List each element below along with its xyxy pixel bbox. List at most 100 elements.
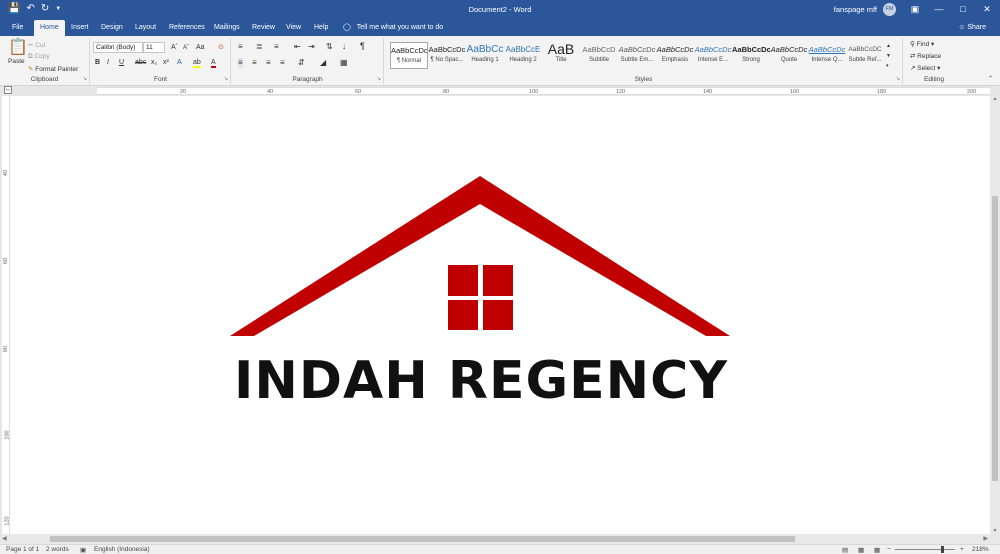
ruler-track[interactable]: 20 40 60 80 100 120 140 160 180 200 <box>97 87 990 95</box>
justify-icon[interactable]: ≡ <box>280 58 285 68</box>
align-right-icon[interactable]: ≡ <box>266 58 271 68</box>
read-mode-icon[interactable]: ▤ <box>842 546 848 554</box>
line-spacing-icon[interactable]: ⇵ <box>298 58 305 68</box>
tab-review[interactable]: Review <box>246 22 281 34</box>
user-name[interactable]: fanspage mff <box>834 5 877 14</box>
document-page[interactable]: INDAH REGENCY <box>10 96 990 534</box>
find-button[interactable]: ⚲ Find ▾ <box>910 40 934 48</box>
tab-references[interactable]: References <box>163 22 211 34</box>
dialog-launcher-icon[interactable]: ↘ <box>896 76 900 82</box>
scroll-up-icon[interactable]: ▲ <box>886 41 891 51</box>
tab-file[interactable]: File <box>6 22 29 34</box>
select-button[interactable]: ↗ Select ▾ <box>910 64 940 72</box>
dialog-launcher-icon[interactable]: ↘ <box>83 76 87 82</box>
vertical-scrollbar-thumb[interactable] <box>992 196 998 481</box>
style-heading-1[interactable]: AaBbCc Heading 1 <box>466 42 504 69</box>
share-button[interactable]: ☺ Share <box>958 22 986 34</box>
borders-icon[interactable]: ▦ <box>340 58 348 68</box>
style-heading-2[interactable]: AaBbCcE Heading 2 <box>504 42 542 69</box>
copy-button[interactable]: ⧉ Copy <box>28 53 50 61</box>
format-painter-button[interactable]: ✎ Format Painter <box>28 65 78 73</box>
font-name-select[interactable]: Calibri (Body) <box>93 42 143 53</box>
style-subtitle[interactable]: AaBbCcD Subtitle <box>580 42 618 69</box>
proofing-icon[interactable]: ▣ <box>80 546 86 554</box>
avatar[interactable]: FM <box>883 3 896 16</box>
italic-button[interactable]: I <box>107 58 109 68</box>
shading-icon[interactable]: ◢ <box>320 58 326 68</box>
text-effects-icon[interactable]: A <box>177 58 182 68</box>
word-count[interactable]: 2 words <box>46 546 69 553</box>
vertical-ruler-track[interactable] <box>2 96 10 534</box>
tab-insert[interactable]: Insert <box>65 22 95 34</box>
language-indicator[interactable]: English (Indonesia) <box>94 546 150 553</box>
numbering-icon[interactable]: ≣ <box>256 42 263 52</box>
house-logo[interactable] <box>230 176 730 336</box>
tab-design[interactable]: Design <box>95 22 129 34</box>
replace-button[interactable]: ⇄ Replace <box>910 52 941 60</box>
horizontal-scrollbar[interactable]: ◀ ▶ <box>0 534 1000 544</box>
bold-button[interactable]: B <box>95 58 100 68</box>
scroll-down-icon[interactable]: ▼ <box>886 51 891 61</box>
tab-help[interactable]: Help <box>308 22 334 34</box>
line-spacing-icon[interactable]: ⇅ <box>326 42 333 52</box>
subscript-button[interactable]: x₂ <box>151 58 157 68</box>
underline-button[interactable]: U <box>119 58 124 68</box>
highlight-icon[interactable]: ab <box>193 58 201 68</box>
style-subtle-reference[interactable]: AaBbCcDC Subtle Ref... <box>846 42 884 69</box>
paste-icon[interactable]: 📋 <box>8 40 28 56</box>
tell-me-search[interactable]: ◯ Tell me what you want to do <box>343 22 443 34</box>
zoom-level[interactable]: 218% <box>972 546 989 553</box>
ribbon-display-options-icon[interactable]: ▣ <box>908 2 922 16</box>
print-layout-icon[interactable]: ▩ <box>858 546 864 554</box>
style-intense-quote[interactable]: AaBbCcDc Intense Q... <box>808 42 846 69</box>
superscript-button[interactable]: x² <box>163 58 169 68</box>
multilevel-list-icon[interactable]: ≡ <box>274 42 279 52</box>
strikethrough-button[interactable]: abc <box>135 58 146 68</box>
zoom-slider[interactable] <box>895 549 955 550</box>
font-color-icon[interactable]: A <box>211 58 216 68</box>
tab-selector[interactable]: ⌙ <box>4 86 12 94</box>
vertical-scrollbar[interactable]: ▲ ▼ <box>990 96 1000 534</box>
shrink-font-icon[interactable]: Aˇ <box>183 43 189 53</box>
align-center-icon[interactable]: ≡ <box>252 58 257 68</box>
font-size-select[interactable]: 11 <box>143 42 165 53</box>
horizontal-scrollbar-thumb[interactable] <box>50 536 795 542</box>
show-formatting-icon[interactable]: ¶ <box>360 41 365 51</box>
scroll-right-arrow-icon[interactable]: ▶ <box>983 535 988 542</box>
tab-mailings[interactable]: Mailings <box>208 22 246 34</box>
align-left-icon[interactable]: ≡ <box>238 58 243 68</box>
scroll-left-arrow-icon[interactable]: ◀ <box>2 535 7 542</box>
company-name-text[interactable]: INDAH REGENCY <box>234 351 734 411</box>
bullets-icon[interactable]: ≡ <box>238 42 243 52</box>
collapse-ribbon-icon[interactable]: ⌃ <box>988 74 993 84</box>
web-layout-icon[interactable]: ▦ <box>874 546 880 554</box>
style-subtle-emphasis[interactable]: AaBbCcDc Subtle Em... <box>618 42 656 69</box>
tab-view[interactable]: View <box>280 22 307 34</box>
cut-button[interactable]: ✂ Cut <box>28 41 45 49</box>
dialog-launcher-icon[interactable]: ↘ <box>377 76 381 82</box>
minimize-icon[interactable]: — <box>932 2 946 16</box>
style-strong[interactable]: AaBbCcDc Strong <box>732 42 770 69</box>
change-case-icon[interactable]: Aa <box>196 43 205 53</box>
close-icon[interactable]: ✕ <box>980 2 994 16</box>
zoom-slider-thumb[interactable] <box>941 546 944 553</box>
style-emphasis[interactable]: AaBbCcDc Emphasis <box>656 42 694 69</box>
style-quote[interactable]: AaBbCcDc Quote <box>770 42 808 69</box>
tab-layout[interactable]: Layout <box>129 22 162 34</box>
tab-home[interactable]: Home <box>34 20 65 36</box>
sort-icon[interactable]: ↓ <box>342 42 346 52</box>
scroll-up-arrow-icon[interactable]: ▲ <box>990 96 1000 102</box>
grow-font-icon[interactable]: Aˆ <box>171 43 178 53</box>
style-no-spacing[interactable]: AaBbCcDc ¶ No Spac... <box>428 42 466 69</box>
clear-formatting-icon[interactable]: ⊙ <box>218 43 224 53</box>
zoom-in-icon[interactable]: + <box>960 546 964 553</box>
paste-button[interactable]: Paste <box>8 58 25 65</box>
more-styles-icon[interactable]: ▾ <box>886 61 889 71</box>
decrease-indent-icon[interactable]: ⇤ <box>294 42 301 52</box>
dialog-launcher-icon[interactable]: ↘ <box>224 76 228 82</box>
style-title[interactable]: AaB Title <box>542 42 580 69</box>
page-count[interactable]: Page 1 of 1 <box>6 546 39 553</box>
style-intense-emphasis[interactable]: AaBbCcDc Intense E... <box>694 42 732 69</box>
increase-indent-icon[interactable]: ⇥ <box>308 42 315 52</box>
maximize-icon[interactable]: □ <box>956 2 970 16</box>
